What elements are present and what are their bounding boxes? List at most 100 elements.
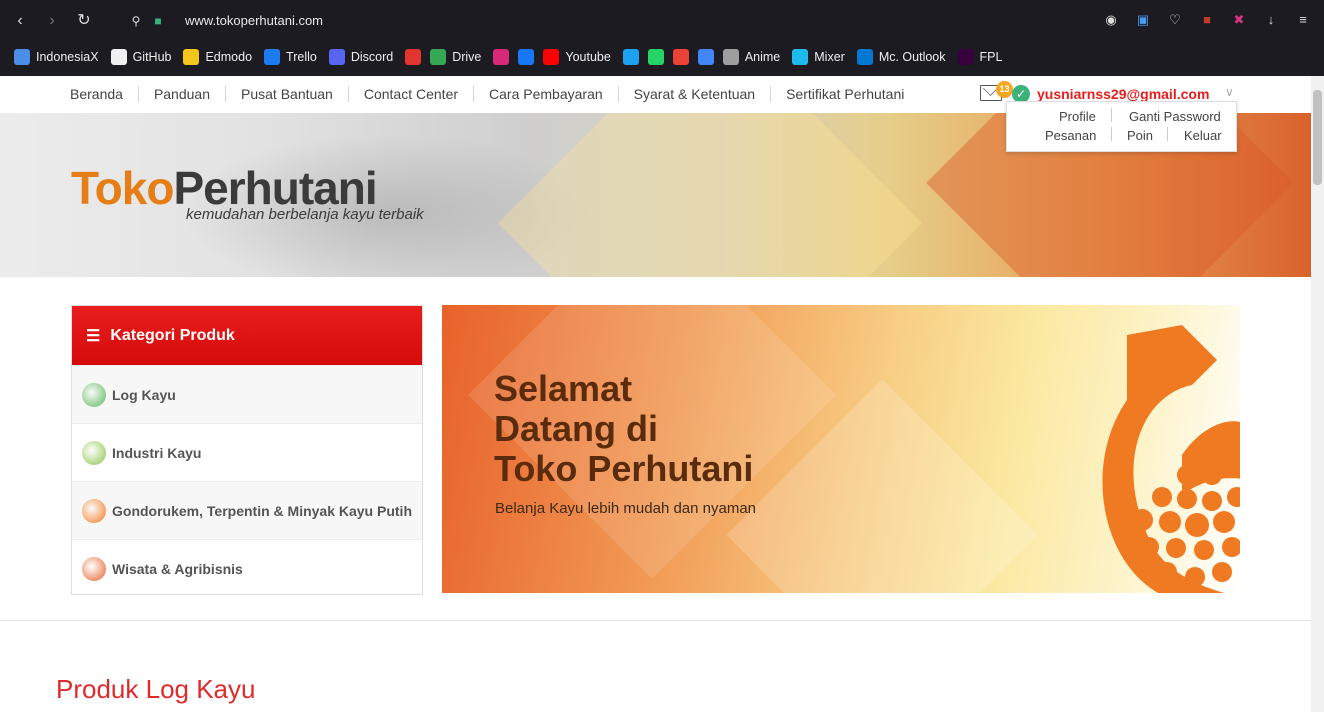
- bookmark-icon: [957, 49, 974, 65]
- bookmark-item[interactable]: Youtube: [543, 49, 611, 65]
- banner-decoration: [497, 113, 923, 277]
- bookmark-icon: [722, 49, 739, 65]
- heart-icon[interactable]: ♡: [1166, 11, 1184, 29]
- nav-pusat-bantuan[interactable]: Pusat Bantuan: [226, 86, 349, 102]
- menu-icon[interactable]: ≡: [1294, 11, 1312, 29]
- bookmark-item[interactable]: [405, 49, 422, 65]
- download-icon[interactable]: ↓: [1262, 11, 1280, 29]
- nav-beranda[interactable]: Beranda: [55, 86, 139, 102]
- bookmark-item[interactable]: IndonesiaX: [14, 49, 99, 65]
- bookmark-label: Edmodo: [205, 50, 253, 64]
- bookmark-item[interactable]: Drive: [430, 49, 481, 65]
- bookmark-icon: [622, 49, 639, 65]
- bookmark-icon: [493, 49, 510, 65]
- bookmark-item[interactable]: [518, 49, 535, 65]
- bookmark-item[interactable]: Trello: [264, 49, 317, 65]
- bookmark-icon: [518, 49, 535, 65]
- bookmark-icon: [792, 49, 809, 65]
- menu-keluar[interactable]: Keluar: [1184, 128, 1222, 143]
- bookmark-label: Drive: [452, 50, 482, 64]
- scrollbar[interactable]: [1311, 76, 1324, 712]
- category-label: Log Kayu: [112, 386, 176, 403]
- reload-icon[interactable]: ↻: [74, 11, 94, 31]
- hero-title: Selamat Datang di Toko Perhutani: [494, 368, 754, 489]
- category-item[interactable]: Log Kayu: [72, 365, 422, 423]
- bookmark-item[interactable]: FPL: [957, 49, 1003, 65]
- bookmark-label: FPL: [979, 50, 1003, 64]
- extension-x-icon[interactable]: ✖: [1230, 11, 1248, 29]
- lock-icon: ■: [154, 14, 162, 28]
- address-bar-row: ‹ › ↻ ⚲ ■ www.tokoperhutani.com ◉ ▣ ♡ ■ …: [0, 0, 1324, 42]
- divider: [1111, 108, 1112, 122]
- divider: [1111, 127, 1112, 141]
- top-navigation: Beranda Panduan Pusat Bantuan Contact Ce…: [0, 76, 1311, 152]
- divider: [1167, 127, 1168, 141]
- category-label: Gondorukem, Terpentin & Minyak Kayu Puti…: [112, 502, 412, 519]
- menu-profile[interactable]: Profile: [1059, 109, 1096, 124]
- bookmark-icon: [672, 49, 689, 65]
- bookmarks-bar: IndonesiaX GitHub Edmodo Trello Discord Drive…: [0, 42, 1324, 72]
- bookmark-item[interactable]: [697, 49, 714, 65]
- camera-icon[interactable]: ◉: [1102, 11, 1120, 29]
- category-label: Wisata & Agribisnis: [112, 560, 243, 577]
- bookmark-icon: [543, 49, 560, 65]
- url-field[interactable]: www.tokoperhutani.com: [185, 13, 323, 28]
- category-title: Kategori Produk: [110, 326, 235, 344]
- bookmark-item[interactable]: [622, 49, 639, 65]
- bookmark-icon: [697, 49, 714, 65]
- site-info-icon[interactable]: ⚲: [126, 11, 146, 31]
- bookmark-icon: [856, 49, 873, 65]
- browser-chrome: ‹ › ↻ ⚲ ■ www.tokoperhutani.com ◉ ▣ ♡ ■ …: [0, 0, 1324, 76]
- bookmark-label: Youtube: [565, 50, 611, 64]
- page: Beranda Panduan Pusat Bantuan Contact Ce…: [0, 76, 1311, 712]
- menu-ganti-password[interactable]: Ganti Password: [1129, 109, 1221, 124]
- category-icon: [82, 382, 106, 407]
- bookmark-item[interactable]: Mc. Outlook: [856, 49, 946, 65]
- nav-contact-center[interactable]: Contact Center: [349, 86, 475, 102]
- category-item[interactable]: Wisata & Agribisnis: [72, 539, 422, 597]
- category-item[interactable]: Gondorukem, Terpentin & Minyak Kayu Puti…: [72, 481, 422, 539]
- chevron-down-icon[interactable]: ∨: [1225, 85, 1234, 99]
- menu-poin[interactable]: Poin: [1127, 128, 1153, 143]
- category-icon: [82, 556, 106, 581]
- bookmark-item[interactable]: Discord: [328, 49, 394, 65]
- shield-icon[interactable]: ▣: [1134, 11, 1152, 29]
- bookmark-icon: [430, 49, 447, 65]
- bookmark-label: GitHub: [132, 50, 172, 64]
- bookmark-item[interactable]: [493, 49, 510, 65]
- nav-cara-pembayaran[interactable]: Cara Pembayaran: [474, 86, 619, 102]
- bookmark-item[interactable]: [647, 49, 664, 65]
- hero-subtitle: Belanja Kayu lebih mudah dan nyaman: [495, 500, 757, 517]
- bookmark-item[interactable]: GitHub: [110, 49, 172, 65]
- bookmark-icon: [110, 49, 127, 65]
- mail-count-badge: 13: [996, 81, 1013, 98]
- user-email-link[interactable]: yusniarnss29@gmail.com: [1037, 86, 1209, 102]
- scrollbar-thumb[interactable]: [1313, 90, 1322, 185]
- welcome-hero: Selamat Datang di Toko Perhutani Belanja…: [442, 305, 1240, 593]
- nav-sertifikat[interactable]: Sertifikat Perhutani: [771, 86, 919, 102]
- tagline: kemudahan berbelanja kayu terbaik: [186, 206, 424, 223]
- extension-cube-icon[interactable]: ■: [1198, 11, 1216, 29]
- bookmark-item[interactable]: Anime: [722, 49, 781, 65]
- bookmark-item[interactable]: Mixer: [792, 49, 845, 65]
- category-item[interactable]: Industri Kayu: [72, 423, 422, 481]
- account-dropdown: Profile Ganti Password Pesanan Poin Kelu…: [1006, 101, 1237, 152]
- bookmark-label: Anime: [744, 50, 781, 64]
- section-title: Produk Log Kayu: [56, 674, 256, 704]
- bookmark-label: Mixer: [814, 50, 845, 64]
- category-header: ☰ Kategori Produk: [72, 306, 422, 365]
- bookmark-item[interactable]: Edmodo: [183, 49, 252, 65]
- bookmark-label: Trello: [286, 50, 317, 64]
- perhutani-logo-art: [1102, 325, 1240, 593]
- bookmark-label: Discord: [350, 50, 394, 64]
- bookmark-icon: [405, 49, 422, 65]
- bookmark-item[interactable]: [672, 49, 689, 65]
- bookmark-icon: [647, 49, 664, 65]
- nav-syarat-ketentuan[interactable]: Syarat & Ketentuan: [619, 86, 772, 102]
- menu-pesanan[interactable]: Pesanan: [1045, 128, 1096, 143]
- category-label: Industri Kayu: [112, 444, 202, 461]
- nav-panduan[interactable]: Panduan: [139, 86, 226, 102]
- forward-icon[interactable]: ›: [42, 11, 62, 31]
- back-icon[interactable]: ‹: [10, 11, 30, 31]
- bookmark-label: IndonesiaX: [36, 50, 99, 64]
